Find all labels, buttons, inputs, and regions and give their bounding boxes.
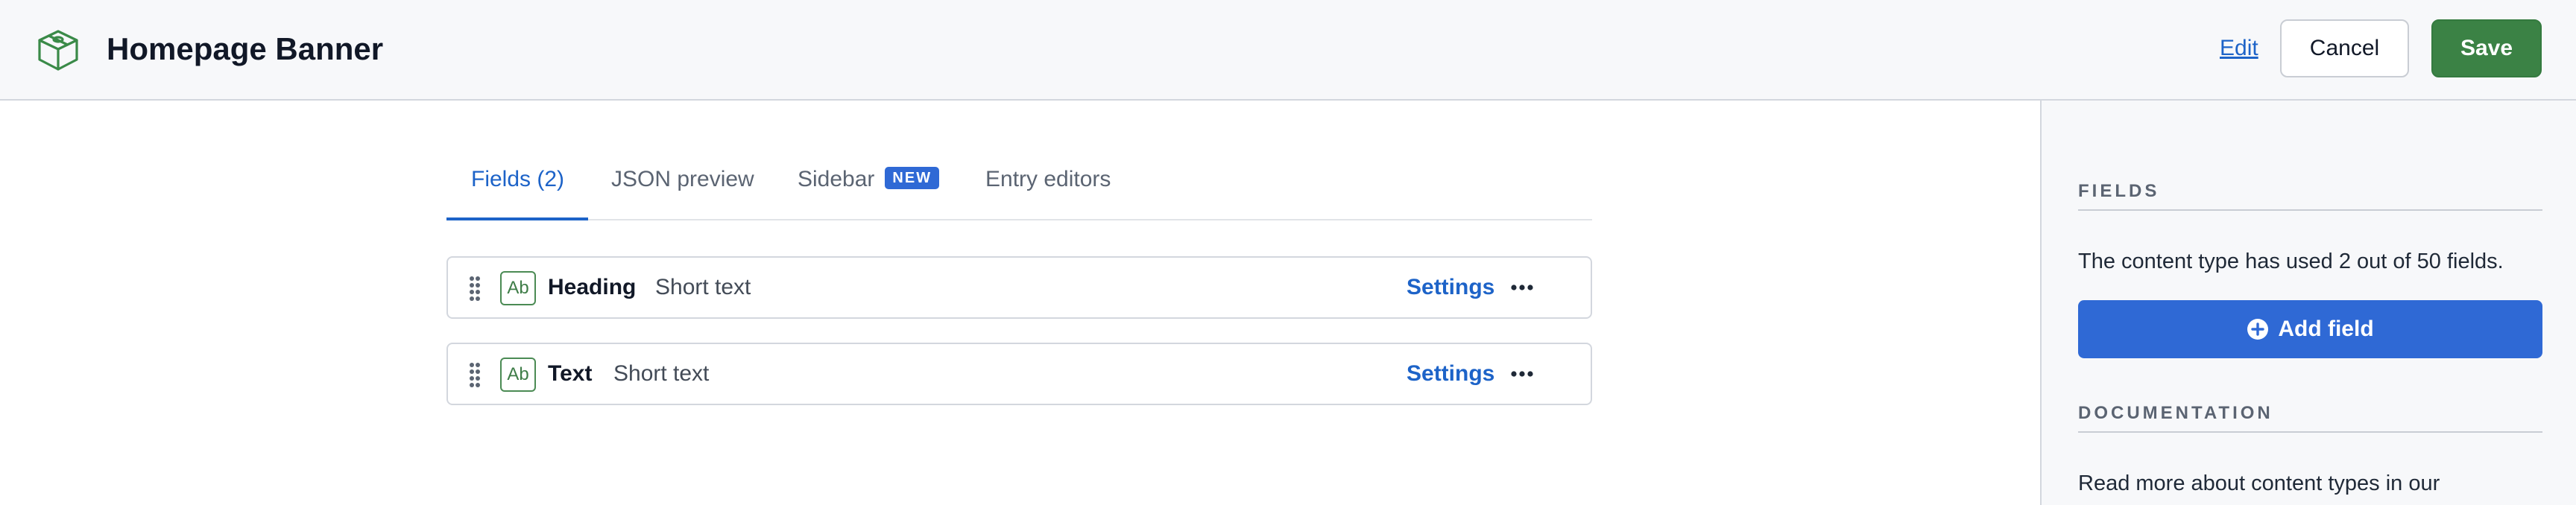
add-field-label: Add field	[2278, 317, 2374, 341]
field-name: Heading	[548, 275, 637, 299]
top-header: Homepage Banner Edit Cancel Save	[0, 0, 2576, 101]
cancel-button[interactable]: Cancel	[2280, 19, 2409, 77]
tab-sidebar-label: Sidebar	[798, 167, 875, 191]
tab-fields[interactable]: Fields (2)	[471, 143, 564, 217]
plus-circle-icon	[2247, 319, 2269, 340]
field-settings-link[interactable]: Settings	[1407, 344, 1494, 404]
tab-bar: Fields (2) JSON preview Sidebar NEW Entry…	[446, 143, 1592, 220]
fields-usage-text: The content type has used 2 out of 50 fi…	[2078, 250, 2504, 273]
short-text-type-icon: Ab	[500, 271, 536, 305]
page-title: Homepage Banner	[107, 31, 384, 66]
field-name: Text	[548, 361, 593, 386]
field-row-heading[interactable]: Ab Heading Short text Settings	[446, 256, 1592, 319]
add-field-button[interactable]: Add field	[2078, 300, 2542, 358]
drag-handle-icon[interactable]	[469, 276, 481, 301]
field-row-text[interactable]: Ab Text Short text Settings	[446, 343, 1592, 405]
tab-entry-editors[interactable]: Entry editors	[985, 143, 1111, 217]
short-text-type-icon: Ab	[500, 358, 536, 392]
save-button[interactable]: Save	[2431, 19, 2542, 77]
edit-link[interactable]: Edit	[2220, 30, 2258, 67]
field-type: Short text	[613, 361, 710, 386]
more-actions-icon[interactable]	[1503, 274, 1541, 301]
tab-sidebar[interactable]: Sidebar NEW	[798, 143, 940, 217]
tab-json-preview[interactable]: JSON preview	[611, 143, 754, 217]
documentation-text: Read more about content types in our	[2078, 471, 2440, 495]
new-badge: NEW	[885, 167, 940, 190]
documentation-section-heading: DOCUMENTATION	[2078, 398, 2542, 433]
active-tab-indicator	[446, 217, 588, 220]
field-type: Short text	[655, 275, 751, 299]
more-actions-icon[interactable]	[1503, 361, 1541, 387]
content-type-box-icon	[38, 30, 78, 71]
drag-handle-icon[interactable]	[469, 362, 481, 387]
field-settings-link[interactable]: Settings	[1407, 258, 1494, 317]
fields-section-heading: FIELDS	[2078, 177, 2542, 211]
right-sidebar: FIELDS The content type has used 2 out o…	[2040, 101, 2576, 505]
